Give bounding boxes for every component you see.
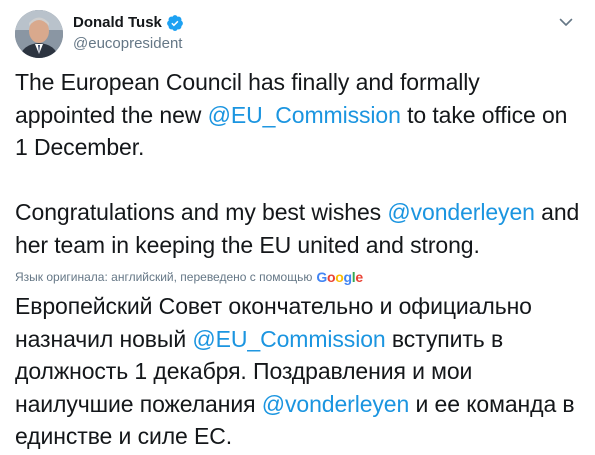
translated-paragraph: Европейский Совет окончательно и официал… (15, 290, 585, 453)
translation-label: Язык оригинала: английский, переведено с… (15, 270, 313, 284)
author-display-name[interactable]: Donald Tusk (73, 13, 184, 33)
chevron-down-icon[interactable] (558, 14, 574, 30)
author-name-text[interactable]: Donald Tusk (73, 13, 162, 33)
avatar-photo-icon (15, 10, 63, 58)
tweet-card: Donald Tusk @eucopresident The European … (0, 0, 595, 455)
translated-text: Европейский Совет окончательно и официал… (15, 290, 585, 453)
tweet-header: Donald Tusk @eucopresident (15, 10, 580, 58)
avatar[interactable] (15, 10, 63, 58)
mention-link-vonderleyen-translated[interactable]: @vonderleyen (262, 391, 410, 417)
tweet-paragraph-1: The European Council has finally and for… (15, 66, 585, 164)
verified-badge-icon (166, 14, 184, 32)
tweet-text: The European Council has finally and for… (15, 66, 585, 261)
author-handle[interactable]: @eucopresident (73, 34, 184, 54)
google-logo[interactable]: Google (316, 268, 363, 286)
translation-attribution: Язык оригинала: английский, переведено с… (15, 268, 363, 286)
author-info: Donald Tusk @eucopresident (73, 13, 184, 54)
mention-link-eu-commission[interactable]: @EU_Commission (208, 102, 401, 128)
text-segment: Congratulations and my best wishes (15, 199, 388, 225)
mention-link-vonderleyen[interactable]: @vonderleyen (387, 199, 535, 225)
tweet-paragraph-2: Congratulations and my best wishes @vond… (15, 196, 585, 261)
mention-link-eu-commission-translated[interactable]: @EU_Commission (192, 326, 385, 352)
